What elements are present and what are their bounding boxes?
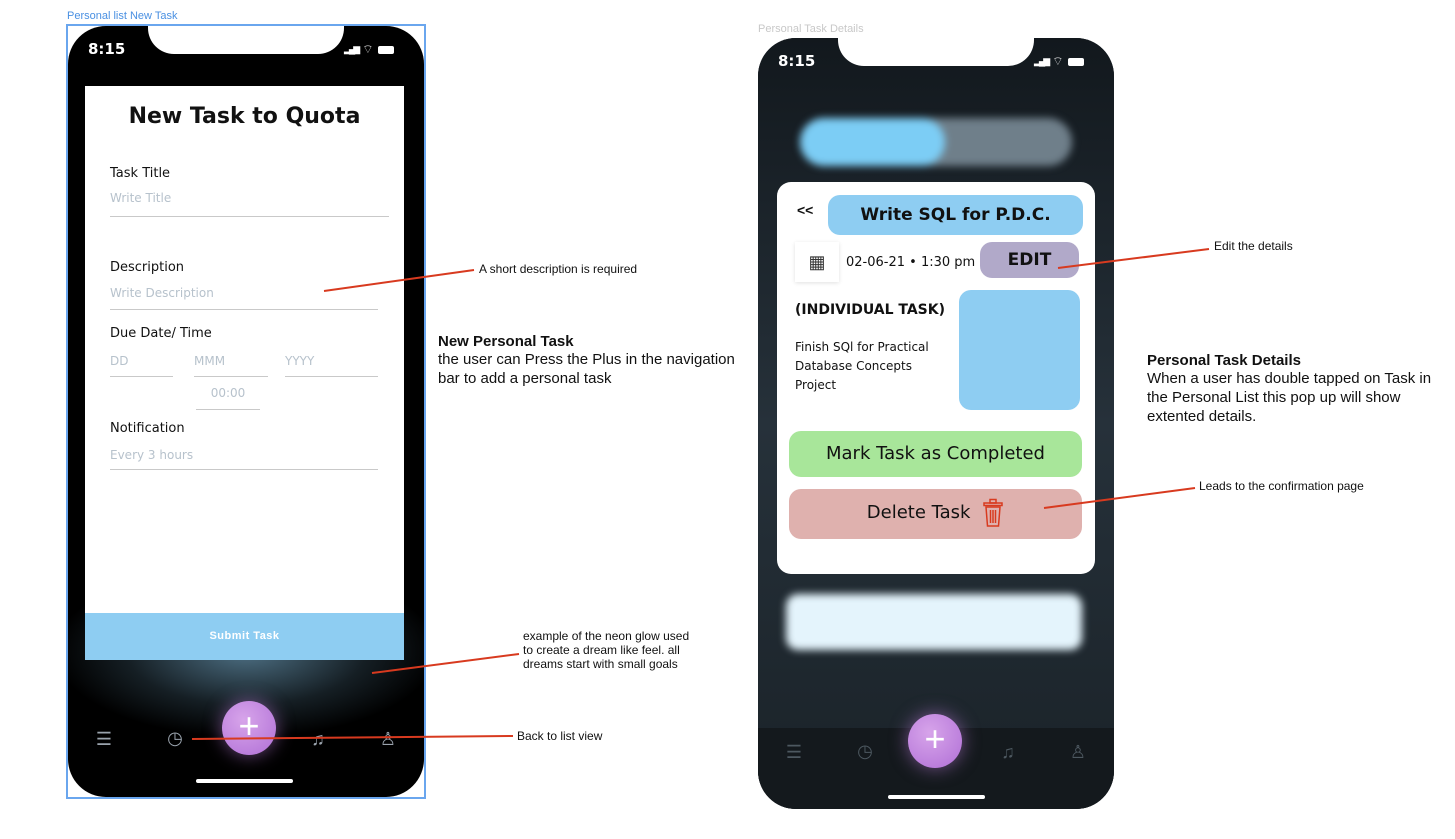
annotation-body: the user can Press the Plus in the navig… <box>438 351 735 387</box>
line-edit-details <box>1057 248 1210 269</box>
line-confirmation <box>1043 487 1196 509</box>
annotation-confirmation: Leads to the confirmation page <box>1199 479 1364 493</box>
annotation-short-description: A short description is required <box>479 262 638 276</box>
annotation-new-personal-task: New Personal Task the user can Press the… <box>438 333 738 388</box>
annotation-neon-glow: example of the neon glow used to create … <box>523 629 690 671</box>
annotation-personal-task-details: Personal Task Details When a user has do… <box>1147 352 1437 426</box>
annotation-body: When a user has double tapped on Task in… <box>1147 370 1432 425</box>
annotation-heading: New Personal Task <box>438 333 574 350</box>
annotation-back-to-list: Back to list view <box>517 729 603 743</box>
line-back-to-list <box>191 735 514 740</box>
line-short-description <box>323 269 475 292</box>
annotation-edit-details: Edit the details <box>1214 239 1293 253</box>
annotation-heading: Personal Task Details <box>1147 352 1301 369</box>
line-neon-glow <box>371 653 520 674</box>
